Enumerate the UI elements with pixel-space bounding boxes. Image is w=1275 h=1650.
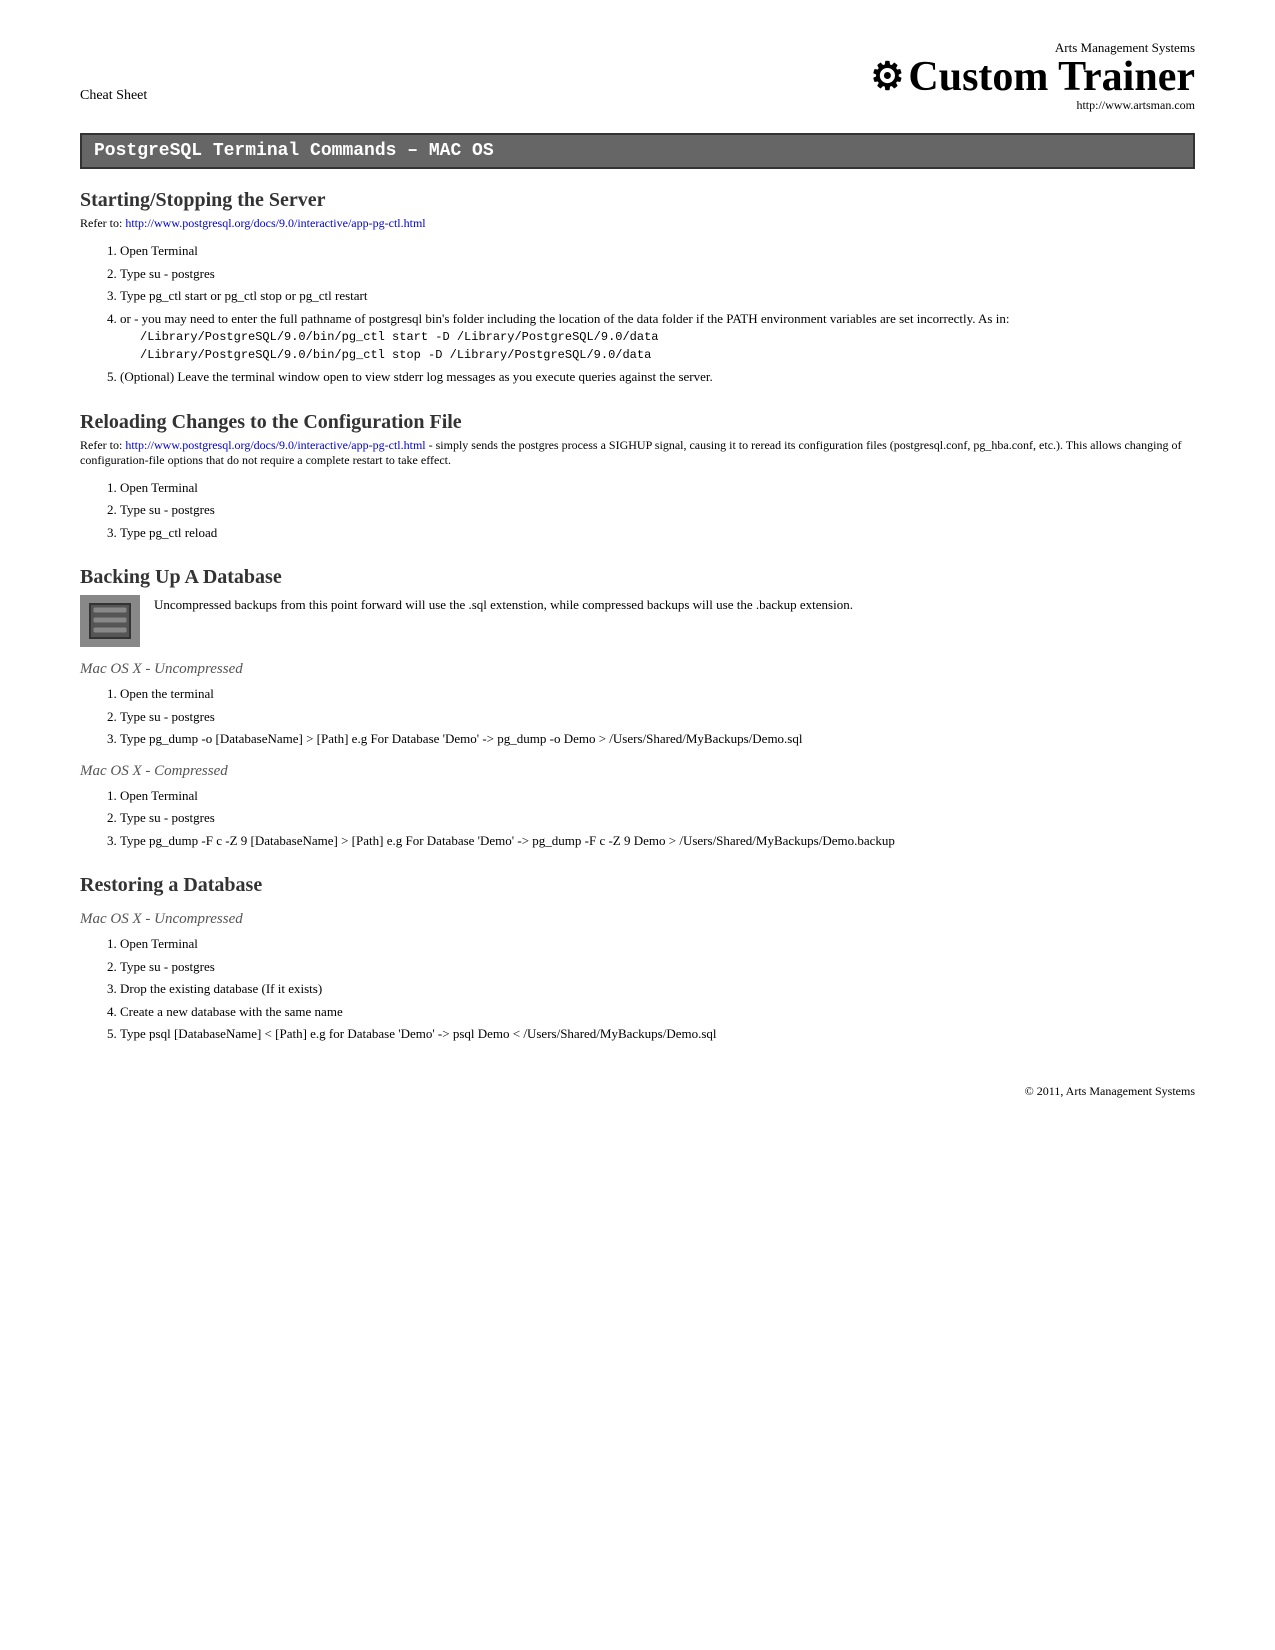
section-reloading-ref: Refer to: http://www.postgresql.org/docs… bbox=[80, 438, 1195, 468]
branding: Arts Management Systems ⚙Custom Trainer … bbox=[870, 40, 1195, 113]
starting-steps-list: Open Terminal Type su - postgres Type pg… bbox=[120, 241, 1195, 387]
code-line: /Library/PostgreSQL/9.0/bin/pg_ctl start… bbox=[140, 328, 1195, 346]
section-restoring: Restoring a Database Mac OS X - Uncompre… bbox=[80, 874, 1195, 1044]
backup-compressed-title: Mac OS X - Compressed bbox=[80, 763, 1195, 780]
list-item: Open Terminal bbox=[120, 478, 1195, 498]
list-item: (Optional) Leave the terminal window ope… bbox=[120, 367, 1195, 387]
section-reloading-title: Reloading Changes to the Configuration F… bbox=[80, 411, 1195, 434]
list-item: Type pg_ctl start or pg_ctl stop or pg_c… bbox=[120, 286, 1195, 306]
section-starting-stopping: Starting/Stopping the Server Refer to: h… bbox=[80, 189, 1195, 387]
main-title: PostgreSQL Terminal Commands – MAC OS bbox=[80, 133, 1195, 169]
list-item: or - you may need to enter the full path… bbox=[120, 309, 1195, 365]
backup-compressed-steps: Open Terminal Type su - postgres Type pg… bbox=[120, 786, 1195, 851]
list-item: Create a new database with the same name bbox=[120, 1002, 1195, 1022]
list-item: Type psql [DatabaseName] < [Path] e.g fo… bbox=[120, 1024, 1195, 1044]
list-item: Type pg_dump -o [DatabaseName] > [Path] … bbox=[120, 729, 1195, 749]
reloading-steps-list: Open Terminal Type su - postgres Type pg… bbox=[120, 478, 1195, 543]
restoring-uncompressed-steps: Open Terminal Type su - postgres Drop th… bbox=[120, 934, 1195, 1044]
restoring-uncompressed-title: Mac OS X - Uncompressed bbox=[80, 911, 1195, 928]
list-item: Open the terminal bbox=[120, 684, 1195, 704]
app-title: ⚙Custom Trainer bbox=[870, 56, 1195, 98]
section-starting-ref: Refer to: http://www.postgresql.org/docs… bbox=[80, 216, 1195, 231]
code-line: /Library/PostgreSQL/9.0/bin/pg_ctl stop … bbox=[140, 346, 1195, 364]
app-url: http://www.artsman.com bbox=[870, 98, 1195, 113]
section-starting-title: Starting/Stopping the Server bbox=[80, 189, 1195, 212]
footer-text: © 2011, Arts Management Systems bbox=[1025, 1084, 1195, 1098]
section-backup-title: Backing Up A Database bbox=[80, 566, 1195, 589]
backup-uncompressed-title: Mac OS X - Uncompressed bbox=[80, 661, 1195, 678]
note-box: Uncompressed backups from this point for… bbox=[80, 595, 1195, 647]
database-icon bbox=[91, 605, 129, 637]
list-item: Open Terminal bbox=[120, 786, 1195, 806]
backup-note-text: Uncompressed backups from this point for… bbox=[154, 595, 853, 615]
cheat-sheet-label: Cheat Sheet bbox=[80, 88, 147, 104]
gear-icon: ⚙ bbox=[870, 58, 904, 96]
list-item: Type su - postgres bbox=[120, 957, 1195, 977]
list-item: Drop the existing database (If it exists… bbox=[120, 979, 1195, 999]
list-item: Type pg_dump -F c -Z 9 [DatabaseName] > … bbox=[120, 831, 1195, 851]
backup-uncompressed-steps: Open the terminal Type su - postgres Typ… bbox=[120, 684, 1195, 749]
list-item: Type su - postgres bbox=[120, 808, 1195, 828]
list-item: Open Terminal bbox=[120, 934, 1195, 954]
page-header: Cheat Sheet Arts Management Systems ⚙Cus… bbox=[80, 40, 1195, 113]
starting-ref-url[interactable]: http://www.postgresql.org/docs/9.0/inter… bbox=[125, 216, 425, 230]
reloading-ref-url[interactable]: http://www.postgresql.org/docs/9.0/inter… bbox=[125, 438, 425, 452]
list-item: Open Terminal bbox=[120, 241, 1195, 261]
section-reloading: Reloading Changes to the Configuration F… bbox=[80, 411, 1195, 543]
note-icon bbox=[80, 595, 140, 647]
footer: © 2011, Arts Management Systems bbox=[80, 1084, 1195, 1099]
list-item: Type su - postgres bbox=[120, 264, 1195, 284]
list-item: Type su - postgres bbox=[120, 707, 1195, 727]
section-restoring-title: Restoring a Database bbox=[80, 874, 1195, 897]
note-icon-inner bbox=[89, 603, 131, 639]
list-item: Type su - postgres bbox=[120, 500, 1195, 520]
list-item: Type pg_ctl reload bbox=[120, 523, 1195, 543]
section-backup: Backing Up A Database Uncompressed backu… bbox=[80, 566, 1195, 850]
